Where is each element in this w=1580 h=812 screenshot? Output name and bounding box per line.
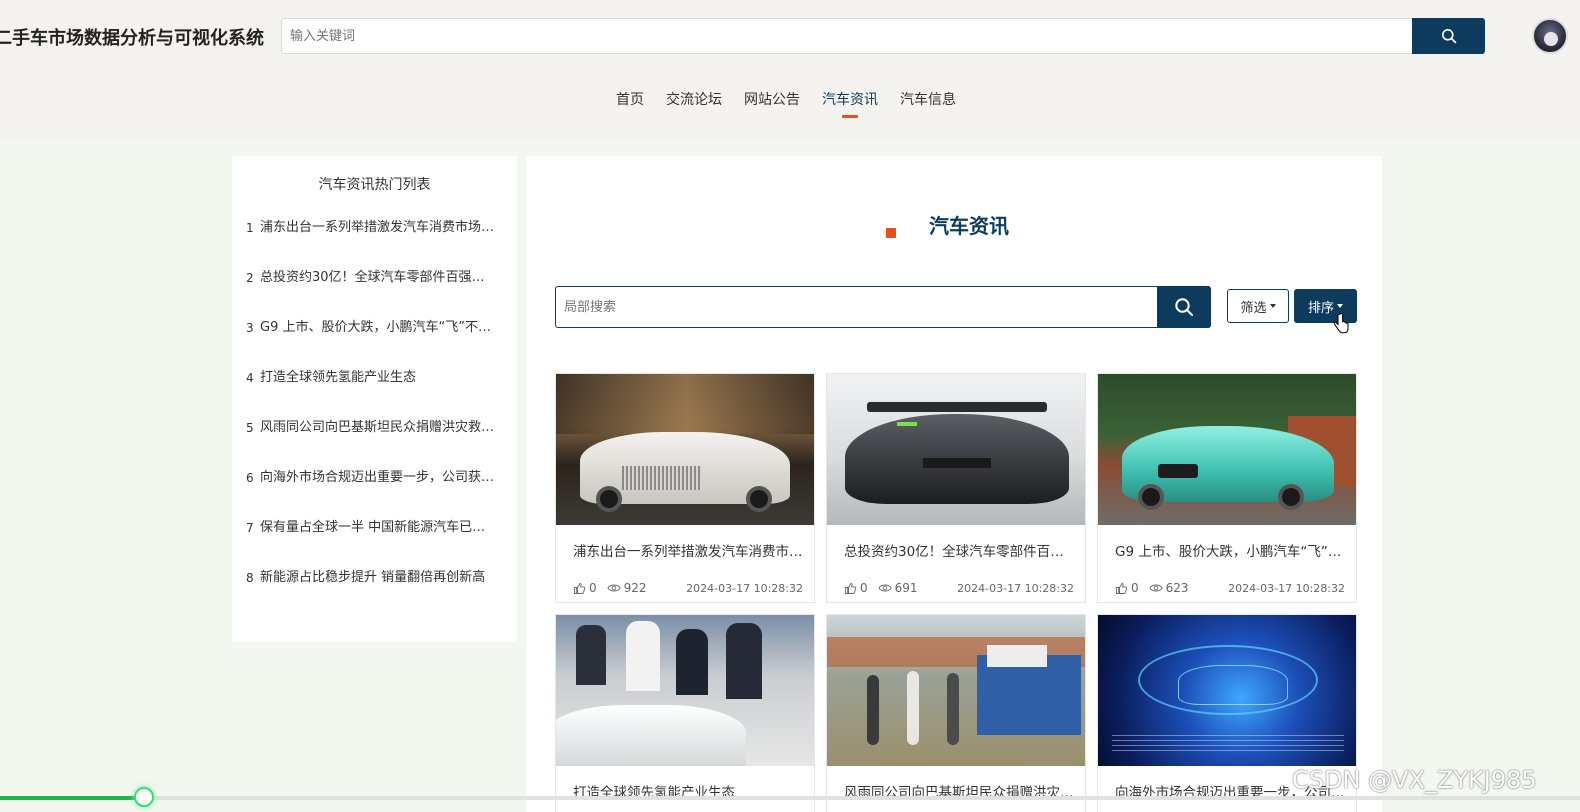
view-count: 691 bbox=[878, 581, 918, 595]
news-card-title[interactable]: 浦东出台一系列举措激发汽车消费市场活力 bbox=[573, 540, 803, 560]
hot-item-number: 4 bbox=[246, 371, 254, 385]
section-title-text: 汽车资讯 bbox=[929, 214, 1009, 238]
hot-item-text[interactable]: 打造全球领先氢能产业生态 bbox=[260, 366, 496, 385]
nav-announcement[interactable]: 网站公告 bbox=[744, 88, 800, 118]
eye-icon bbox=[607, 584, 621, 592]
news-card-grid: 浦东出台一系列举措激发汽车消费市场活力 0 922 2024-03-17 10:… bbox=[555, 373, 1357, 812]
news-card-date: 2024-03-17 10:28:32 bbox=[686, 581, 803, 595]
nav-home[interactable]: 首页 bbox=[616, 88, 644, 118]
chevron-down-icon bbox=[1337, 304, 1343, 308]
playback-progress-fill bbox=[0, 796, 143, 800]
filter-label: 筛选 bbox=[1240, 300, 1267, 316]
like-count[interactable]: 0 bbox=[1115, 581, 1139, 595]
like-count-value: 0 bbox=[589, 581, 597, 595]
hot-list-item[interactable]: 8 新能源占比稳步提升 销量翻倍再创新高 bbox=[246, 566, 506, 616]
hot-item-number: 1 bbox=[246, 221, 254, 235]
news-card-meta: 0 691 2024-03-17 10:28:32 bbox=[844, 580, 1074, 596]
news-card-image[interactable] bbox=[1098, 374, 1356, 525]
nav-car-info[interactable]: 汽车信息 bbox=[900, 88, 956, 118]
nav-car-news[interactable]: 汽车资讯 bbox=[822, 88, 878, 118]
news-card[interactable]: G9 上市、股价大跌，小鹏汽车“飞”不起来 0 623 2024-03-17 1… bbox=[1097, 373, 1357, 603]
view-count: 922 bbox=[607, 581, 647, 595]
view-count-value: 623 bbox=[1165, 581, 1189, 595]
view-count: 623 bbox=[1149, 581, 1189, 595]
chevron-down-icon bbox=[1269, 304, 1276, 308]
hot-list-panel: 汽车资讯热门列表 1 浦东出台一系列举措激发汽车消费市场活力 2 总投资约30亿！全… bbox=[232, 156, 517, 642]
news-card-meta: 0 623 2024-03-17 10:28:32 bbox=[1115, 580, 1345, 596]
hot-list: 1 浦东出台一系列举措激发汽车消费市场活力 2 总投资约30亿！全球汽车零部件百强企… bbox=[246, 216, 506, 616]
news-card[interactable]: 浦东出台一系列举措激发汽车消费市场活力 0 922 2024-03-17 10:… bbox=[555, 373, 815, 603]
news-card-meta: 0 922 2024-03-17 10:28:32 bbox=[573, 580, 803, 596]
hot-item-text[interactable]: 总投资约30亿！全球汽车零部件百强企业 bbox=[260, 266, 496, 285]
news-card[interactable]: 打造全球领先氢能产业生态 bbox=[555, 614, 815, 812]
global-search-box bbox=[281, 18, 1485, 54]
eye-icon bbox=[878, 584, 892, 592]
news-card[interactable]: 总投资约30亿！全球汽车零部件百强企业 0 691 2024-03-17 10:… bbox=[826, 373, 1086, 603]
hot-list-item[interactable]: 2 总投资约30亿！全球汽车零部件百强企业 bbox=[246, 266, 506, 316]
hot-list-item[interactable]: 7 保有量占全球一半 中国新能源汽车已进入 bbox=[246, 516, 506, 566]
hot-list-title: 汽车资讯热门列表 bbox=[318, 177, 431, 193]
search-icon bbox=[1175, 298, 1193, 316]
hot-item-number: 3 bbox=[246, 321, 254, 335]
global-search-button[interactable] bbox=[1412, 18, 1485, 54]
hot-item-text[interactable]: G9 上市、股价大跌，小鹏汽车“飞”不起来 bbox=[260, 316, 496, 335]
eye-icon bbox=[1149, 584, 1163, 592]
hot-item-number: 7 bbox=[246, 521, 254, 535]
news-card-image[interactable] bbox=[1098, 615, 1356, 766]
news-card-image[interactable] bbox=[827, 615, 1085, 766]
hot-list-item[interactable]: 4 打造全球领先氢能产业生态 bbox=[246, 366, 506, 416]
hot-list-item[interactable]: 3 G9 上市、股价大跌，小鹏汽车“飞”不起来 bbox=[246, 316, 506, 366]
hot-item-text[interactable]: 向海外市场合规迈出重要一步，公司获得认证 bbox=[260, 466, 496, 485]
news-card-image[interactable] bbox=[827, 374, 1085, 525]
like-count[interactable]: 0 bbox=[844, 581, 868, 595]
title-square-icon bbox=[886, 228, 896, 238]
watermark-text: CSDN @VX_ZYKJ985 bbox=[1292, 766, 1537, 794]
news-card-date: 2024-03-17 10:28:32 bbox=[1228, 581, 1345, 595]
hot-item-text[interactable]: 浦东出台一系列举措激发汽车消费市场活力 bbox=[260, 216, 496, 235]
playback-progress-handle[interactable] bbox=[134, 787, 155, 807]
hot-item-text[interactable]: 新能源占比稳步提升 销量翻倍再创新高 bbox=[260, 566, 496, 585]
news-main-panel: 汽车资讯 筛选 排序 浦东出台一系列举措激发 bbox=[526, 156, 1382, 812]
section-title: 汽车资讯 bbox=[526, 210, 1382, 245]
news-card-date: 2024-03-17 10:28:32 bbox=[957, 581, 1074, 595]
thumbs-up-icon bbox=[1116, 582, 1128, 594]
playback-progress-track[interactable] bbox=[0, 796, 1580, 800]
thumbs-up-icon bbox=[574, 582, 586, 594]
user-avatar[interactable] bbox=[1532, 18, 1568, 54]
hand-cursor-icon bbox=[1333, 313, 1349, 334]
hot-list-item[interactable]: 1 浦东出台一系列举措激发汽车消费市场活力 bbox=[246, 216, 506, 266]
sort-label: 排序 bbox=[1307, 300, 1334, 316]
top-header: 二手车市场数据分析与可视化系统 首页 交流论坛 网站公告 汽车资讯 汽车信息 bbox=[0, 0, 1580, 140]
hot-item-number: 6 bbox=[246, 471, 254, 485]
avatar-face bbox=[1544, 32, 1558, 46]
like-count-value: 0 bbox=[1131, 581, 1139, 595]
hot-item-number: 5 bbox=[246, 421, 254, 435]
like-count-value: 0 bbox=[860, 581, 868, 595]
view-count-value: 922 bbox=[623, 581, 647, 595]
hot-item-number: 8 bbox=[246, 571, 254, 585]
global-search-input[interactable] bbox=[282, 19, 1410, 53]
nav-forum[interactable]: 交流论坛 bbox=[666, 88, 722, 118]
hot-list-item[interactable]: 6 向海外市场合规迈出重要一步，公司获得认证 bbox=[246, 466, 506, 516]
view-count-value: 691 bbox=[894, 581, 918, 595]
filter-dropdown-button[interactable]: 筛选 bbox=[1227, 289, 1289, 323]
news-card[interactable]: 风雨同公司向巴基斯坦民众捐赠洪灾救援物资 bbox=[826, 614, 1086, 812]
hot-item-number: 2 bbox=[246, 271, 254, 285]
search-icon bbox=[1441, 29, 1456, 44]
like-count[interactable]: 0 bbox=[573, 581, 597, 595]
local-search-box bbox=[555, 286, 1211, 328]
local-search-button[interactable] bbox=[1157, 286, 1211, 328]
news-card-title[interactable]: G9 上市、股价大跌，小鹏汽车“飞”不起来 bbox=[1115, 540, 1345, 560]
hot-list-item[interactable]: 5 风雨同公司向巴基斯坦民众捐赠洪灾救援物资 bbox=[246, 416, 506, 466]
hot-item-text[interactable]: 保有量占全球一半 中国新能源汽车已进入 bbox=[260, 516, 496, 535]
news-card-title[interactable]: 总投资约30亿！全球汽车零部件百强企业 bbox=[844, 540, 1074, 560]
hot-item-text[interactable]: 风雨同公司向巴基斯坦民众捐赠洪灾救援物资 bbox=[260, 416, 496, 435]
main-nav: 首页 交流论坛 网站公告 汽车资讯 汽车信息 bbox=[0, 88, 1580, 118]
site-title: 二手车市场数据分析与可视化系统 bbox=[0, 28, 264, 49]
local-search-input[interactable] bbox=[556, 287, 1156, 327]
news-card-image[interactable] bbox=[556, 615, 814, 766]
thumbs-up-icon bbox=[845, 582, 857, 594]
news-card-image[interactable] bbox=[556, 374, 814, 525]
